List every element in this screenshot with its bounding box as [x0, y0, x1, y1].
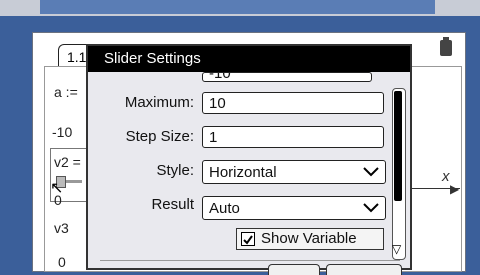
app-top-bar [0, 0, 480, 16]
dialog-scrollbar[interactable] [392, 88, 406, 260]
scroll-down-arrow-icon[interactable]: ▽ [392, 242, 401, 256]
maximum-label: Maximum: [124, 94, 194, 111]
style-label: Style: [156, 162, 194, 179]
result-label: Result [151, 196, 194, 213]
style-select-value: Horizontal [209, 164, 277, 181]
minimum-field[interactable]: -10 [202, 72, 372, 82]
maximum-field[interactable]: 10 [202, 92, 384, 114]
chevron-down-icon [363, 203, 379, 213]
style-select[interactable]: Horizontal [202, 160, 386, 184]
checkmark-icon [243, 235, 253, 245]
dialog-title: Slider Settings [88, 46, 410, 72]
result-select-value: Auto [209, 200, 240, 217]
show-variable-label: Show Variable [261, 230, 357, 247]
chevron-down-icon [363, 167, 379, 177]
x-axis-label: x [442, 168, 450, 185]
show-variable-checkbox[interactable] [241, 232, 255, 246]
step-size-field[interactable]: 1 [202, 126, 384, 148]
step-size-label: Step Size: [125, 128, 194, 145]
result-select[interactable]: Auto [202, 196, 386, 220]
battery-icon [440, 37, 452, 56]
variable-v2-text: v2 = [54, 154, 81, 170]
x-axis-arrow-icon: ▶ [450, 182, 460, 196]
dialog-separator [100, 260, 400, 261]
scrollbar-thumb[interactable] [394, 91, 402, 201]
variable-v3-text: v3 [54, 220, 69, 236]
show-variable-option[interactable]: Show Variable [236, 228, 384, 250]
slider-settings-dialog: Slider Settings -10 Maximum: 10 Step Siz… [86, 44, 412, 275]
slider-v3-zero-text: 0 [58, 254, 66, 270]
slider-min-text: -10 [52, 124, 73, 140]
title-bar-band [40, 0, 435, 14]
variable-a-text: a := [54, 84, 78, 100]
mouse-pointer-icon: ↖ [50, 180, 64, 197]
